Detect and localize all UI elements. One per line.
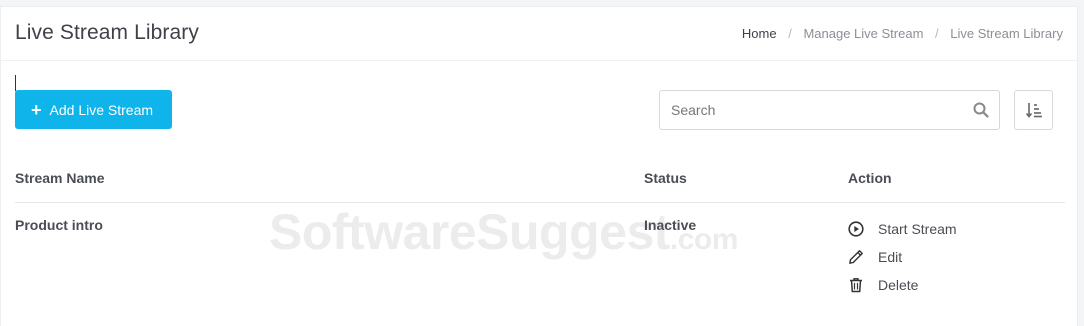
page-header: Live Stream Library Home / Manage Live S… xyxy=(1,7,1077,61)
delete-label: Delete xyxy=(878,277,919,293)
add-live-stream-label: Add Live Stream xyxy=(49,101,154,118)
add-live-stream-button[interactable]: + Add Live Stream xyxy=(15,90,172,129)
start-stream-label: Start Stream xyxy=(878,221,957,237)
search-input[interactable] xyxy=(661,92,961,128)
breadcrumb-separator: / xyxy=(935,26,939,41)
column-header-action: Action xyxy=(848,170,892,186)
delete-action[interactable]: Delete xyxy=(848,277,918,293)
edit-label: Edit xyxy=(878,249,903,265)
watermark-main: SoftwareSuggest xyxy=(269,204,670,260)
breadcrumb-home[interactable]: Home xyxy=(742,26,777,41)
breadcrumb: Home / Manage Live Stream / Live Stream … xyxy=(742,26,1063,41)
plus-icon: + xyxy=(31,99,42,120)
breadcrumb-manage-live-stream[interactable]: Manage Live Stream xyxy=(803,26,923,41)
search-icon[interactable] xyxy=(973,102,989,118)
sort-descending-icon xyxy=(1025,103,1042,118)
status-cell: Inactive xyxy=(644,217,697,233)
start-stream-action[interactable]: Start Stream xyxy=(848,221,957,237)
trash-icon xyxy=(850,278,862,293)
breadcrumb-separator: / xyxy=(788,26,792,41)
text-cursor xyxy=(15,75,16,91)
page-title: Live Stream Library xyxy=(15,21,199,44)
breadcrumb-current: Live Stream Library xyxy=(950,26,1063,41)
column-header-status: Status xyxy=(644,170,687,186)
column-header-stream-name: Stream Name xyxy=(15,170,105,186)
pencil-icon xyxy=(849,250,863,264)
search-box xyxy=(659,90,1000,130)
play-circle-icon xyxy=(848,221,864,237)
sort-button[interactable] xyxy=(1014,90,1053,130)
stream-name-cell: Product intro xyxy=(15,217,103,233)
page-card: Live Stream Library Home / Manage Live S… xyxy=(0,6,1078,326)
edit-action[interactable]: Edit xyxy=(848,249,902,265)
table-divider xyxy=(15,202,1065,203)
